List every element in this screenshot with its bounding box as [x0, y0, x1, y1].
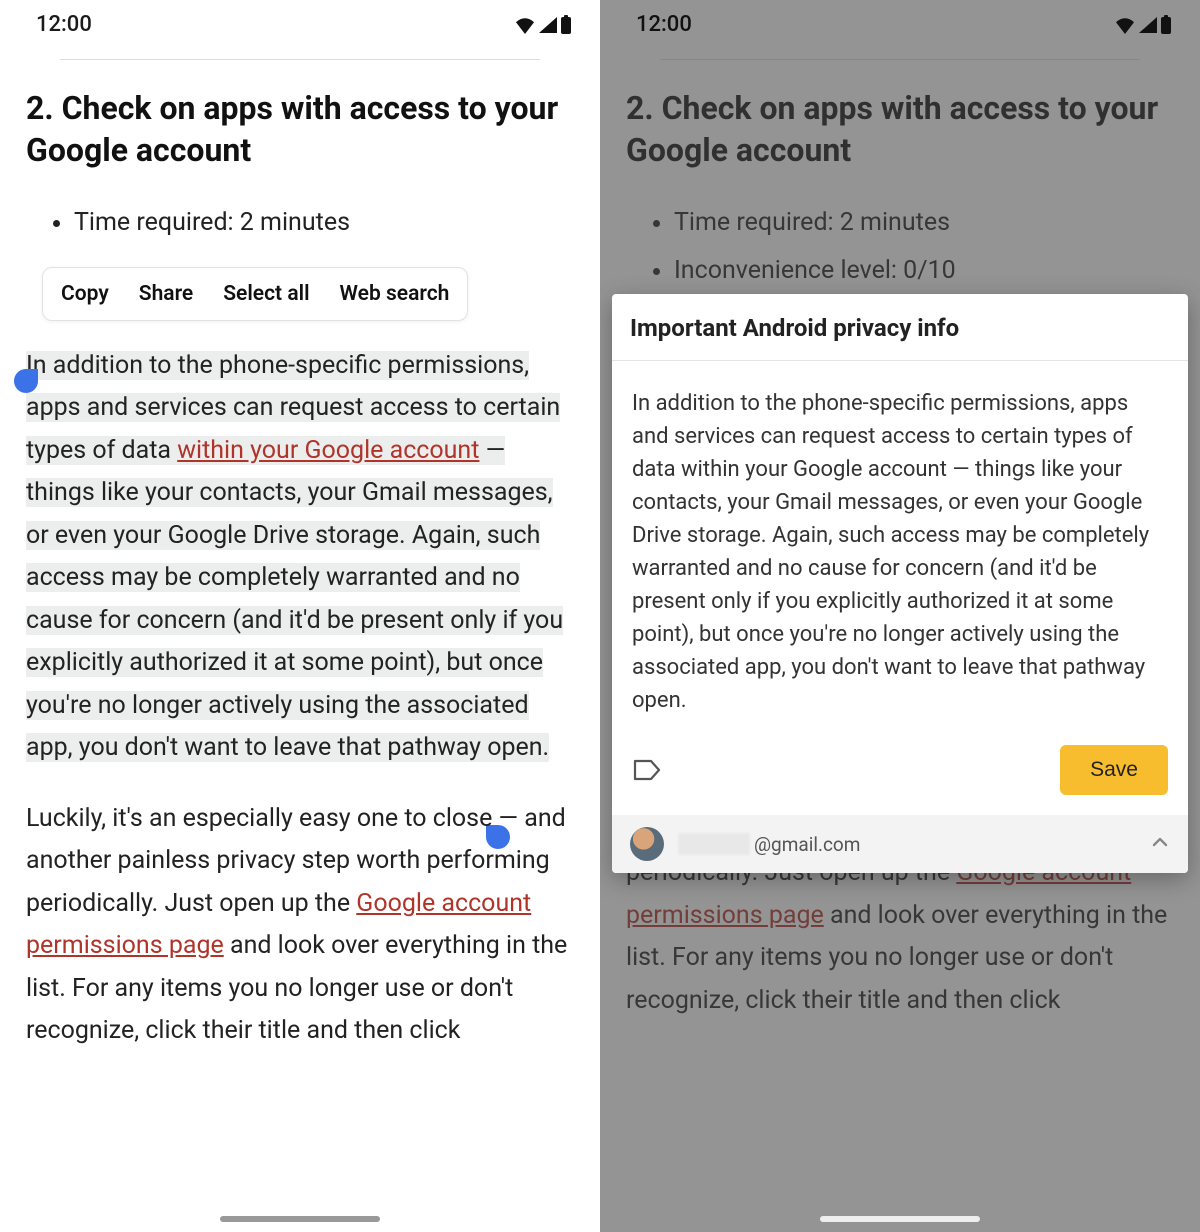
wifi-icon	[514, 16, 536, 34]
article-content: 2. Check on apps with access to your Goo…	[0, 60, 600, 1053]
label-icon[interactable]	[632, 758, 662, 782]
screen-text-selection: 12:00 2. Check on apps with access to yo…	[0, 0, 600, 1232]
link-google-account[interactable]: within your Google account	[177, 436, 479, 465]
signal-icon	[538, 16, 558, 34]
menu-web-search[interactable]: Web search	[340, 282, 450, 306]
nav-handle[interactable]	[220, 1216, 380, 1222]
avatar	[630, 827, 664, 861]
keep-note-sheet: Important Android privacy info In additi…	[612, 294, 1188, 873]
sheet-title[interactable]: Important Android privacy info	[612, 294, 1188, 361]
status-icons	[1114, 15, 1172, 35]
chevron-up-icon[interactable]	[1150, 832, 1170, 856]
menu-share[interactable]: Share	[139, 282, 193, 306]
bullet-list: Time required: 2 minutes	[26, 199, 574, 247]
screen-keep-sheet: 12:00 2. Check on apps with access to yo…	[600, 0, 1200, 1232]
nav-handle[interactable]	[820, 1216, 980, 1222]
signal-icon	[1138, 16, 1158, 34]
menu-copy[interactable]: Copy	[61, 282, 109, 306]
selection-start-handle[interactable]	[14, 369, 38, 393]
text-selection-menu: Copy Share Select all Web search	[42, 267, 468, 321]
sheet-actions: Save	[612, 737, 1188, 815]
account-email: @gmail.com	[678, 833, 1136, 856]
email-domain: @gmail.com	[754, 833, 860, 856]
paragraph-next: Luckily, it's an especially easy one to …	[26, 798, 574, 1053]
battery-icon	[1160, 15, 1172, 35]
sheet-footer[interactable]: @gmail.com	[612, 815, 1188, 873]
selected-text: In addition to the phone-specific permis…	[26, 351, 563, 763]
battery-icon	[560, 15, 572, 35]
bullet-time: Time required: 2 minutes	[74, 199, 574, 247]
article-heading: 2. Check on apps with access to your Goo…	[26, 88, 574, 171]
status-time: 12:00	[36, 12, 92, 37]
sheet-body[interactable]: In addition to the phone-specific permis…	[612, 361, 1188, 737]
menu-select-all[interactable]: Select all	[223, 282, 309, 306]
paragraph-selected[interactable]: In addition to the phone-specific permis…	[26, 345, 574, 770]
wifi-icon	[1114, 16, 1136, 34]
status-time: 12:00	[636, 12, 692, 37]
save-button[interactable]: Save	[1060, 745, 1168, 795]
status-bar: 12:00	[600, 0, 1200, 45]
status-icons	[514, 15, 572, 35]
email-username-redacted	[678, 833, 750, 855]
status-bar: 12:00	[0, 0, 600, 45]
